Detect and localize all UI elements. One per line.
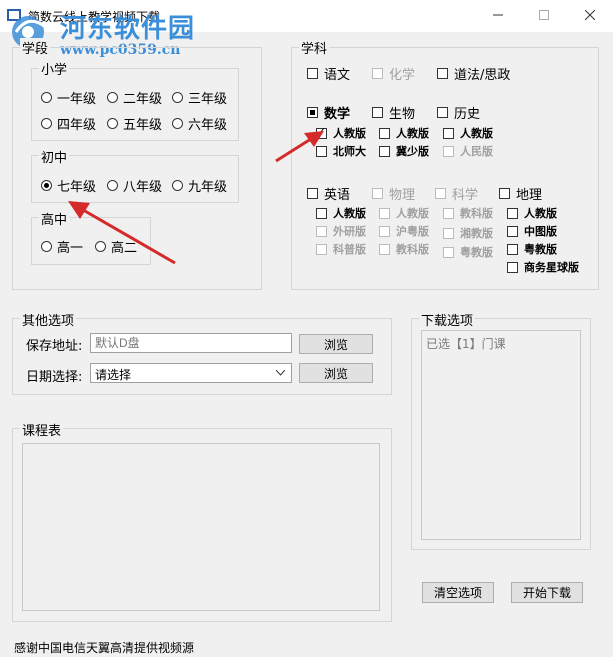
footer-text: 感谢中国电信天翼高清提供视频源	[14, 641, 195, 655]
primary-legend: 小学	[39, 59, 70, 78]
junior-legend: 初中	[39, 147, 70, 166]
schedule-list[interactable]	[22, 443, 380, 611]
annotation-arrow-left	[68, 201, 176, 265]
chevron-down-icon	[276, 370, 285, 376]
chk-geo-yj[interactable]: 粤教版	[507, 241, 557, 257]
chk-phys-jk: 教科版	[379, 241, 429, 257]
chk-geo-swxq[interactable]: 商务星球版	[507, 259, 579, 275]
minimize-icon	[493, 14, 503, 16]
date-select[interactable]: 请选择	[90, 363, 292, 383]
download-legend: 下载选项	[419, 310, 476, 329]
chk-bio-rj[interactable]: 人教版	[379, 125, 429, 141]
chk-english[interactable]: 英语	[307, 184, 350, 203]
radio-grade-8[interactable]: 八年级	[107, 176, 162, 195]
chk-phys-rj: 人教版	[379, 205, 429, 221]
schedule-legend: 课程表	[20, 420, 64, 439]
radio-grade-7[interactable]: 七年级	[41, 176, 96, 195]
subject-legend: 学科	[299, 38, 330, 57]
radio-grade-9[interactable]: 九年级	[172, 176, 227, 195]
close-button[interactable]	[567, 0, 613, 30]
close-icon	[585, 10, 595, 20]
chk-geo-zt[interactable]: 中图版	[507, 223, 557, 239]
chk-chemistry: 化学	[372, 64, 415, 83]
chk-bio-js[interactable]: 冀少版	[379, 143, 429, 159]
chk-math[interactable]: 数学	[307, 103, 350, 122]
chk-sci-yj: 粤教版	[443, 244, 493, 260]
start-download-button[interactable]: 开始下载	[511, 582, 583, 603]
chk-eng-kp: 科普版	[316, 241, 366, 257]
radio-grade-4[interactable]: 四年级	[41, 114, 96, 133]
chk-sci-xj: 湘教版	[443, 225, 493, 241]
chk-physics: 物理	[372, 184, 415, 203]
chk-eng-wy: 外研版	[316, 223, 366, 239]
download-summary: 已选【1】门课	[426, 337, 506, 351]
chk-politics[interactable]: 道法/思政	[437, 64, 510, 83]
radio-grade-6[interactable]: 六年级	[172, 114, 227, 133]
chk-eng-rj[interactable]: 人教版	[316, 205, 366, 221]
clear-options-button[interactable]: 清空选项	[422, 582, 494, 603]
watermark-name: 河东软件园	[60, 14, 196, 44]
browse-save-button[interactable]: 浏览	[299, 334, 373, 354]
chk-geography[interactable]: 地理	[499, 184, 542, 203]
chk-phys-hy: 沪粤版	[379, 223, 429, 239]
chk-biology[interactable]: 生物	[372, 103, 415, 122]
stage-legend: 学段	[20, 38, 51, 57]
chk-sci-jk: 教科版	[443, 205, 493, 221]
date-label: 日期选择:	[26, 370, 83, 385]
radio-grade-3[interactable]: 三年级	[172, 88, 227, 107]
minimize-button[interactable]	[475, 0, 521, 30]
chk-hist-rj[interactable]: 人教版	[443, 125, 493, 141]
other-legend: 其他选项	[20, 310, 77, 329]
chk-hist-rm: 人民版	[443, 143, 493, 159]
maximize-button[interactable]	[521, 0, 567, 30]
save-path-input[interactable]	[90, 333, 292, 353]
radio-grade-5[interactable]: 五年级	[107, 114, 162, 133]
annotation-arrow-right	[275, 131, 324, 163]
chk-science: 科学	[435, 184, 478, 203]
chk-history[interactable]: 历史	[437, 103, 480, 122]
radio-grade-2[interactable]: 二年级	[107, 88, 162, 107]
save-label: 保存地址:	[26, 339, 83, 354]
maximize-icon	[539, 10, 549, 20]
download-list[interactable]: 已选【1】门课	[421, 330, 581, 540]
radio-grade-1[interactable]: 一年级	[41, 88, 96, 107]
browse-date-button[interactable]: 浏览	[299, 363, 373, 383]
chk-geo-rj[interactable]: 人教版	[507, 205, 557, 221]
chk-chinese[interactable]: 语文	[307, 64, 350, 83]
